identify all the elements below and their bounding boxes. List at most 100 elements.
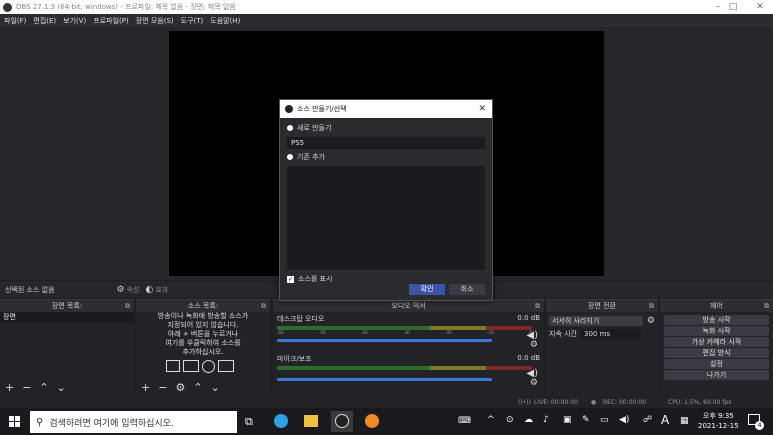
make-visible-checkbox[interactable]: ✓ 소스를 표시: [287, 274, 485, 284]
mixer-dock-title: 오디오 믹서: [391, 302, 426, 310]
menu-edit[interactable]: 편집(E): [33, 16, 56, 26]
cancel-button[interactable]: 취소: [449, 284, 485, 295]
tick-label: -20: [445, 330, 452, 335]
taskbar-search-box[interactable]: ⚲ 검색하려면 여기에 입력하십시오.: [30, 411, 237, 433]
track-name: 마이크/보조: [277, 355, 312, 363]
menu-file[interactable]: 파일(F): [4, 16, 26, 26]
obs-logo-icon: [3, 2, 12, 12]
volume-slider[interactable]: [277, 339, 492, 342]
cpu-status: CPU: 1.5%, 60.00 fps: [668, 399, 732, 406]
pen-icon[interactable]: ✎: [582, 415, 590, 425]
add-scene-icon[interactable]: +: [5, 381, 14, 394]
scene-list-item[interactable]: 장면: [0, 312, 134, 322]
live-icon: ((•)): [518, 399, 531, 406]
menu-help[interactable]: 도움말(H): [210, 16, 240, 26]
transition-row: 서서히 사라지기 ⚙: [549, 316, 655, 326]
tick-label: -60: [277, 330, 284, 335]
transition-select[interactable]: 서서히 사라지기: [549, 316, 643, 326]
sources-empty-hint: 방송이나 녹화에 방송할 소스가 지정되어 있지 않습니다. 아래 + 버튼을 …: [136, 312, 270, 357]
gear-icon[interactable]: ⚙: [530, 378, 538, 388]
create-new-label: 새로 만들기: [297, 124, 332, 132]
rec-timer: REC: 00:00:00: [603, 399, 647, 406]
dock-float-icon[interactable]: ⧉: [125, 300, 130, 312]
obs-logo-icon: [285, 105, 293, 113]
track-level: 0.0 dB: [517, 354, 540, 362]
dock-float-icon[interactable]: ⧉: [764, 300, 769, 312]
move-up-icon[interactable]: ⌃: [193, 381, 202, 394]
cloud-icon[interactable]: ☁: [524, 415, 533, 425]
battery-icon[interactable]: ▭: [600, 415, 609, 425]
close-icon[interactable]: ✕: [478, 104, 486, 114]
move-up-icon[interactable]: ⌃: [39, 381, 48, 394]
app-icon[interactable]: [365, 414, 379, 428]
add-source-icon[interactable]: +: [141, 381, 150, 394]
tick-label: -30: [403, 330, 410, 335]
source-name-input[interactable]: PS5: [287, 137, 485, 149]
clock[interactable]: 오후 9:35 2021-12-15: [698, 411, 739, 431]
camera-icon: [218, 360, 234, 372]
radio-icon: [287, 154, 293, 160]
search-placeholder: 검색하려면 여기에 입력하십시오.: [49, 418, 174, 429]
close-icon[interactable]: ✕: [745, 0, 773, 14]
volume-slider[interactable]: [277, 378, 492, 381]
mixer-track: 데스크탑 오디오 0.0 dB -60 -50 -40 -30 -20 -10 …: [273, 312, 544, 352]
remove-scene-icon[interactable]: −: [22, 381, 31, 394]
live-timer: LIVE: 00:00:00: [534, 399, 578, 406]
track-name: 데스크탑 오디오: [277, 315, 325, 323]
menu-view[interactable]: 보기(V): [63, 16, 86, 26]
sources-dock: 소스 목록: ⧉ 방송이나 녹화에 방송할 소스가 지정되어 있지 않습니다. …: [136, 299, 270, 397]
move-down-icon[interactable]: ⌄: [57, 381, 66, 394]
edge-icon[interactable]: [274, 414, 288, 428]
gear-icon[interactable]: ⚙: [530, 340, 538, 350]
studio-mode-button[interactable]: 편집 방식: [664, 348, 769, 358]
settings-button[interactable]: 설정: [664, 359, 769, 369]
tray-icon[interactable]: ⊙: [506, 415, 514, 425]
network-icon[interactable]: ☍: [643, 415, 652, 425]
existing-sources-list[interactable]: [287, 166, 485, 270]
ok-button[interactable]: 확인: [409, 284, 445, 295]
start-recording-button[interactable]: 녹화 시작: [664, 326, 769, 336]
transitions-dock: 장면 전환 ⧉ 서서히 사라지기 ⚙ 지속 시간 300 ms: [546, 299, 658, 397]
ime-indicator[interactable]: A: [661, 413, 669, 427]
dock-float-icon[interactable]: ⧉: [649, 300, 654, 312]
start-streaming-button[interactable]: 방송 시작: [664, 315, 769, 325]
start-virtual-camera-button[interactable]: 가상 카메라 시작: [664, 337, 769, 347]
maximize-icon[interactable]: □: [718, 0, 748, 14]
menu-scene-collection[interactable]: 장면 모음(S): [136, 16, 174, 26]
filters-button[interactable]: ◐ 효과: [146, 285, 169, 295]
radio-selected-icon: [287, 125, 293, 131]
notification-badge: 4: [755, 421, 764, 430]
exit-button[interactable]: 나가기: [664, 370, 769, 380]
move-down-icon[interactable]: ⌄: [211, 381, 220, 394]
remove-source-icon[interactable]: −: [158, 381, 167, 394]
windows-start-icon[interactable]: [9, 416, 20, 427]
gear-icon[interactable]: ⚙: [175, 381, 185, 394]
controls-dock-header: 제어 ⧉: [660, 300, 773, 312]
menu-tools[interactable]: 도구(T): [181, 16, 204, 26]
menu-profile[interactable]: 프로파일(P): [93, 16, 128, 26]
mic-icon[interactable]: ♪: [543, 415, 549, 425]
add-existing-option[interactable]: 기존 추가: [287, 152, 485, 162]
task-view-icon[interactable]: ⧉: [245, 415, 253, 429]
search-icon: ⚲: [36, 416, 44, 428]
hint-line: 방송이나 녹화에 방송할 소스가: [157, 312, 249, 320]
controls-dock-title: 제어: [710, 302, 723, 310]
gear-icon[interactable]: ⚙: [647, 316, 655, 326]
hint-line: 여기를 우클릭하여 소스를: [165, 339, 241, 347]
gear-icon: ⚙: [116, 284, 125, 295]
volume-meter: [277, 366, 532, 370]
ime-mode-icon[interactable]: ▦: [680, 416, 689, 426]
chevron-up-icon[interactable]: ^: [487, 415, 495, 425]
scenes-toolbar: + − ⌃ ⌄: [5, 381, 66, 394]
volume-icon[interactable]: ◀): [619, 415, 629, 425]
keyboard-icon[interactable]: ⌨: [458, 416, 471, 426]
display-icon[interactable]: ▣: [563, 415, 572, 425]
obs-icon: [335, 414, 349, 428]
file-explorer-icon[interactable]: [304, 415, 318, 427]
properties-button[interactable]: ⚙ 속성: [117, 285, 140, 295]
create-new-option[interactable]: 새로 만들기: [287, 123, 485, 133]
dock-float-icon[interactable]: ⧉: [535, 300, 540, 312]
duration-input[interactable]: 300 ms: [581, 329, 641, 339]
filters-label: 효과: [155, 285, 169, 294]
dock-float-icon[interactable]: ⧉: [261, 300, 266, 312]
